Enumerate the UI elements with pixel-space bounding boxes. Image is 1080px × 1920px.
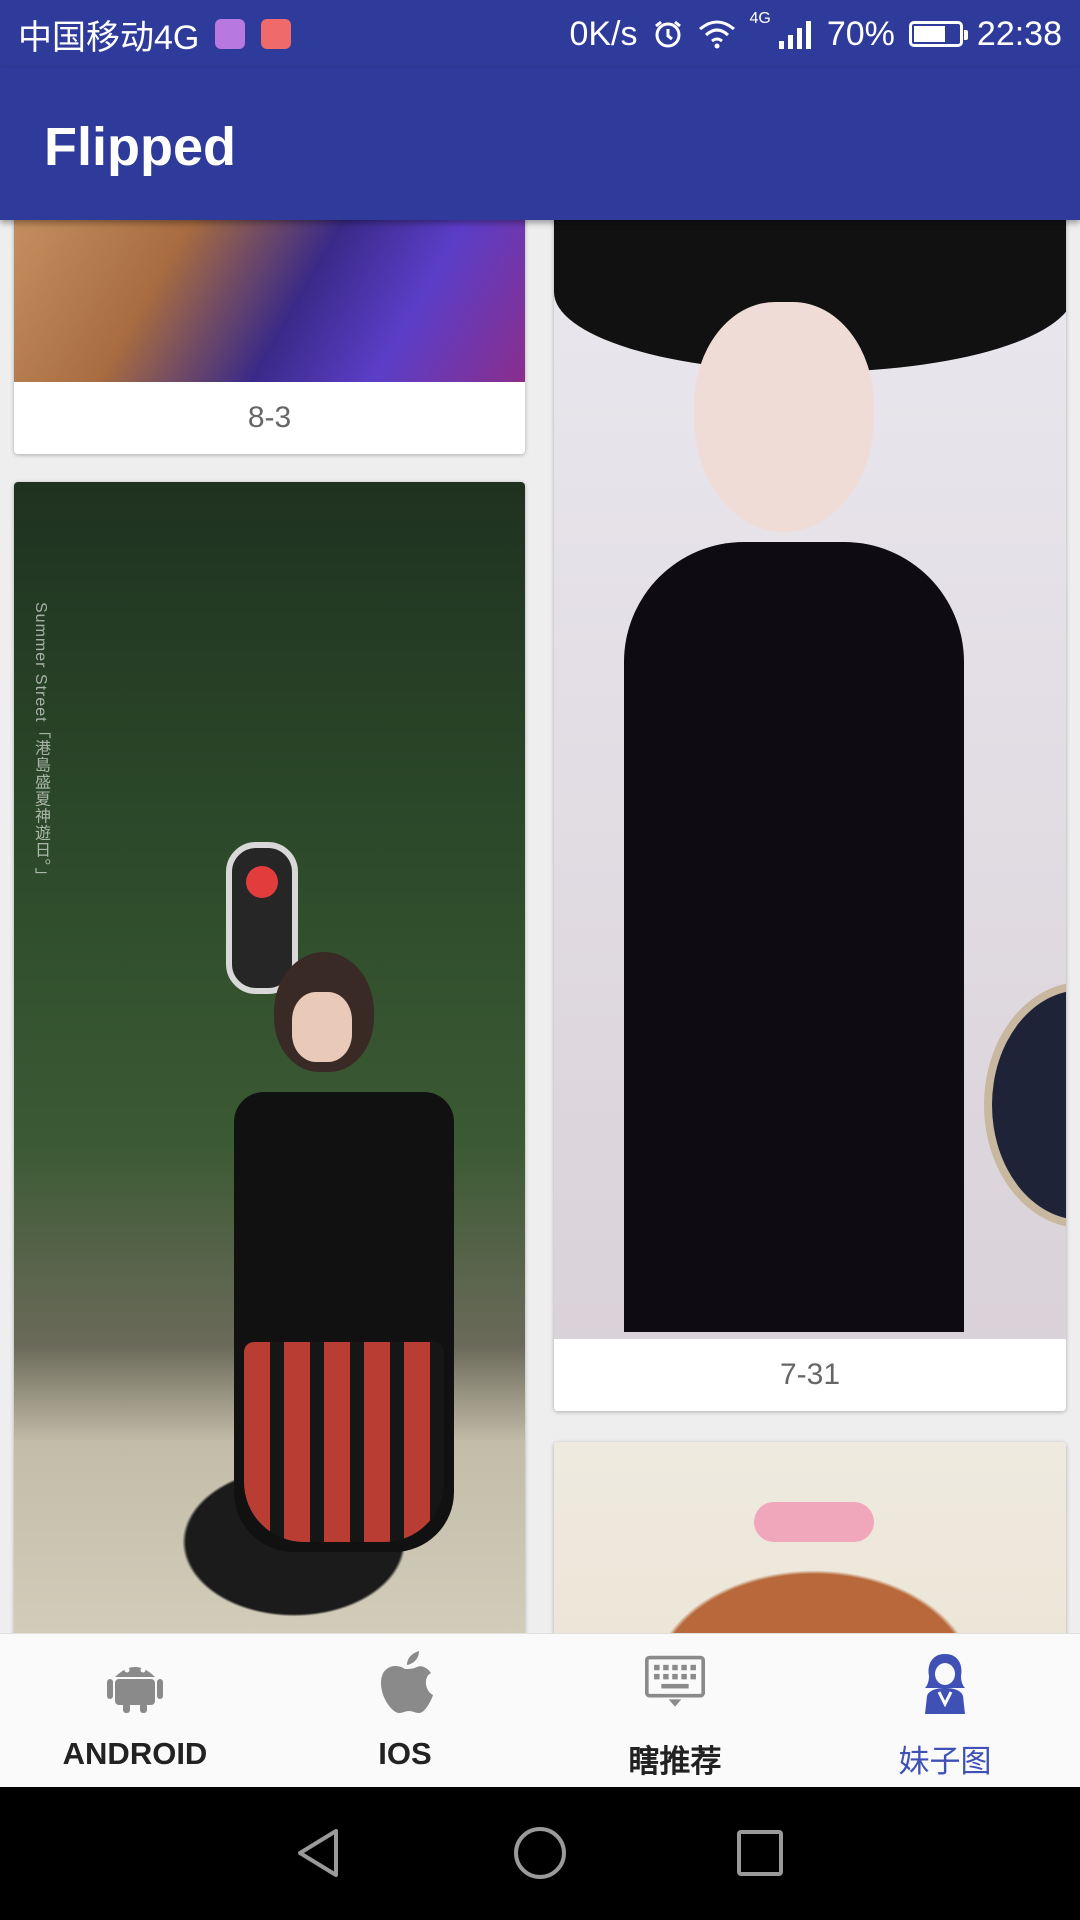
person-figure bbox=[234, 952, 454, 1592]
keyboard-icon bbox=[645, 1650, 705, 1716]
app-title: Flipped bbox=[44, 117, 236, 177]
back-button[interactable] bbox=[290, 1823, 350, 1883]
nav-label-girls: 妹子图 bbox=[898, 1744, 992, 1779]
photo-card[interactable]: 7-31 bbox=[554, 220, 1066, 1411]
photo-watermark-text: Summer Street「港島盛夏神遊日。」 bbox=[32, 602, 49, 885]
apple-icon bbox=[375, 1650, 435, 1716]
nav-label-ios: IOS bbox=[378, 1736, 432, 1771]
status-bar-right: 0K/s 4G 70% 22:38 bbox=[569, 0, 1062, 68]
nav-item-ios[interactable]: IOS bbox=[270, 1634, 540, 1788]
photo-image bbox=[554, 220, 1066, 1339]
girl-icon bbox=[915, 1650, 975, 1716]
battery-icon bbox=[908, 21, 968, 47]
nav-label-android: ANDROID bbox=[62, 1736, 208, 1771]
status-bar-left: 中国移动4G bbox=[18, 0, 292, 68]
photo-date: 8-3 bbox=[14, 382, 525, 454]
photo-date: 7-31 bbox=[554, 1339, 1066, 1411]
battery-percent: 70% bbox=[826, 14, 895, 53]
android-icon bbox=[105, 1650, 165, 1716]
nav-item-recommend[interactable]: 瞎推荐 bbox=[540, 1634, 810, 1788]
photo-image bbox=[14, 220, 525, 382]
photo-image: Summer Street「港島盛夏神遊日。」 bbox=[14, 482, 525, 1633]
photo-image bbox=[554, 1442, 1066, 1633]
nav-item-girls[interactable]: 妹子图 bbox=[810, 1634, 1080, 1788]
status-bar: 中国移动4G 0K/s 4G 70% 22:38 bbox=[0, 0, 1080, 68]
battery-level bbox=[913, 26, 945, 42]
system-navigation-bar bbox=[0, 1787, 1080, 1920]
photo-feed[interactable]: 8-3 Summer Street「港島盛夏神遊日。」 7-31 bbox=[0, 220, 1080, 1633]
photo-card[interactable] bbox=[554, 1442, 1066, 1633]
app-bar: Flipped bbox=[0, 68, 1080, 220]
recents-button[interactable] bbox=[730, 1823, 790, 1883]
home-button[interactable] bbox=[510, 1823, 570, 1883]
alarm-icon bbox=[652, 18, 684, 50]
photo-card[interactable]: 8-3 bbox=[14, 220, 525, 454]
nav-label-recommend: 瞎推荐 bbox=[628, 1744, 722, 1779]
gallery-notification-icon bbox=[215, 19, 246, 49]
photo-card[interactable]: Summer Street「港島盛夏神遊日。」 bbox=[14, 482, 525, 1633]
bottom-navigation: ANDROID IOS 瞎推荐 妹子图 bbox=[0, 1633, 1080, 1788]
cell-signal-icon bbox=[778, 19, 813, 49]
nav-item-android[interactable]: ANDROID bbox=[0, 1634, 270, 1788]
wifi-icon bbox=[698, 19, 736, 49]
app-notification-icon bbox=[261, 19, 292, 49]
carrier-name: 中国移动4G bbox=[18, 18, 200, 57]
signal-type: 4G bbox=[749, 10, 771, 27]
clock: 22:38 bbox=[976, 14, 1062, 53]
network-speed: 0K/s bbox=[569, 14, 638, 53]
